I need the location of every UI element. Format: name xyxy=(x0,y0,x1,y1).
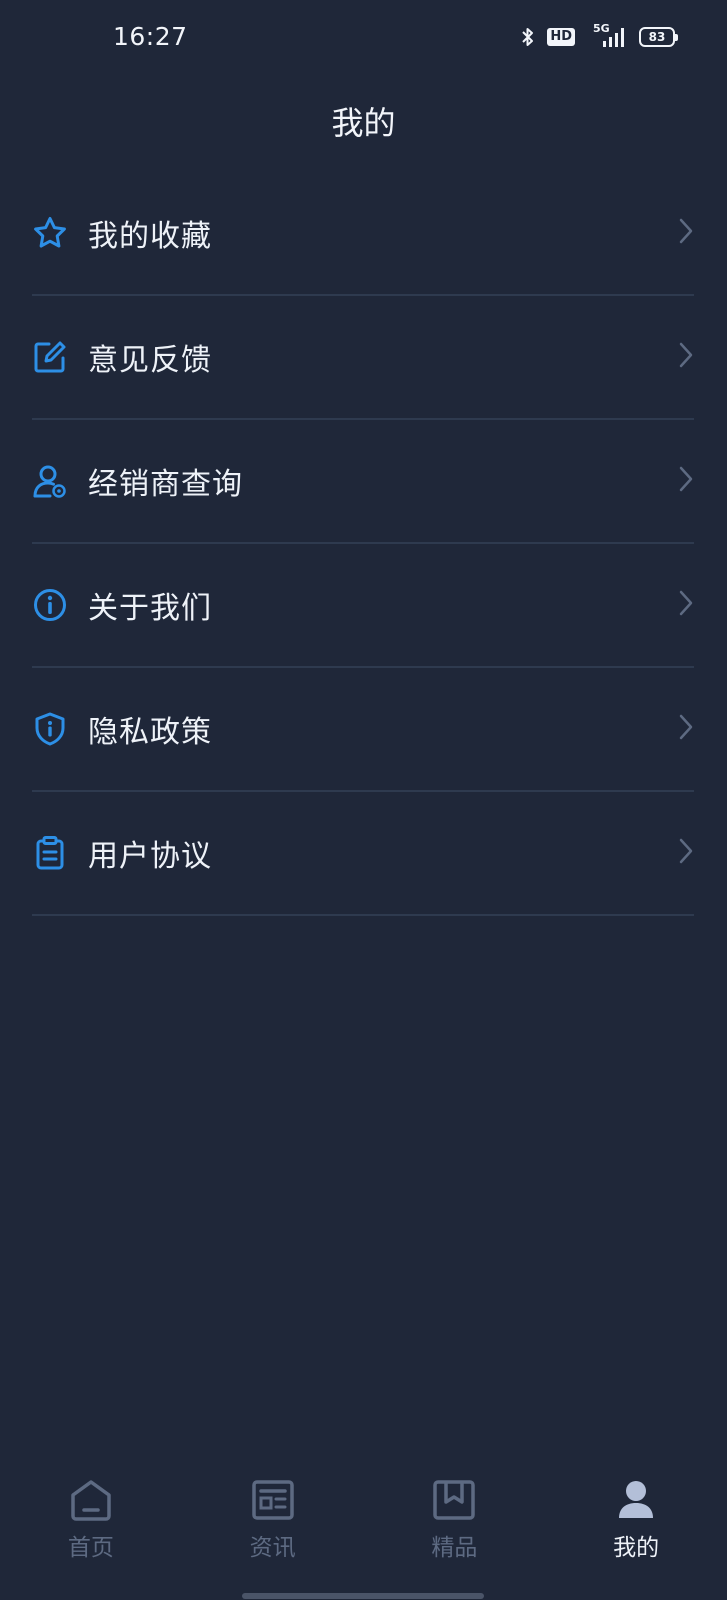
chevron-right-icon xyxy=(678,837,694,869)
menu-item-privacy-policy[interactable]: 隐私政策 xyxy=(32,668,694,792)
hd-badge: HD xyxy=(547,28,575,46)
menu-item-user-agreement[interactable]: 用户协议 xyxy=(32,792,694,916)
tab-home[interactable]: 首页 xyxy=(0,1462,182,1600)
star-icon xyxy=(32,215,68,251)
tab-label: 精品 xyxy=(431,1535,478,1561)
bottom-tab-bar: 首页 资讯 精品 我的 xyxy=(0,1462,727,1600)
signal-icon: 5G xyxy=(587,22,627,48)
status-time: 16:27 xyxy=(113,22,188,51)
home-indicator[interactable] xyxy=(242,1593,484,1599)
battery-level: 83 xyxy=(648,30,666,44)
menu-item-label: 意见反馈 xyxy=(88,343,212,378)
page-title: 我的 xyxy=(331,104,396,142)
tab-mine[interactable]: 我的 xyxy=(545,1462,727,1600)
tab-premium[interactable]: 精品 xyxy=(364,1462,546,1600)
menu-item-label: 用户协议 xyxy=(88,839,212,874)
chevron-right-icon xyxy=(678,341,694,373)
tab-news[interactable]: 资讯 xyxy=(182,1462,364,1600)
tab-label: 首页 xyxy=(67,1535,114,1561)
menu-item-label: 关于我们 xyxy=(88,591,212,626)
home-icon xyxy=(69,1476,113,1524)
dealer-user-icon xyxy=(32,463,68,499)
chevron-right-icon xyxy=(678,713,694,745)
info-icon xyxy=(32,587,68,623)
bookmark-box-icon xyxy=(432,1476,476,1524)
chevron-right-icon xyxy=(678,465,694,497)
edit-icon xyxy=(32,339,68,375)
menu-item-about-us[interactable]: 关于我们 xyxy=(32,544,694,668)
news-icon xyxy=(251,1476,295,1524)
menu-item-dealer-search[interactable]: 经销商查询 xyxy=(32,420,694,544)
tab-label: 我的 xyxy=(613,1535,660,1561)
user-icon xyxy=(614,1476,658,1524)
status-icons: HD 5G 83 xyxy=(521,22,678,48)
menu-item-label: 经销商查询 xyxy=(88,467,243,502)
battery-icon: 83 xyxy=(639,27,678,47)
menu-item-label: 我的收藏 xyxy=(88,219,212,254)
clipboard-icon xyxy=(32,835,68,871)
menu-item-label: 隐私政策 xyxy=(88,715,212,750)
tab-label: 资讯 xyxy=(249,1535,296,1561)
menu-list: 我的收藏 意见反馈 经销商查询 关于我们 隐私政策 用户协议 xyxy=(32,172,694,916)
status-bar: 16:27 HD 5G 83 xyxy=(0,0,727,80)
bluetooth-icon xyxy=(521,26,535,48)
chevron-right-icon xyxy=(678,589,694,621)
chevron-right-icon xyxy=(678,217,694,249)
shield-icon xyxy=(32,711,68,747)
menu-item-favorites[interactable]: 我的收藏 xyxy=(32,172,694,296)
menu-item-feedback[interactable]: 意见反馈 xyxy=(32,296,694,420)
